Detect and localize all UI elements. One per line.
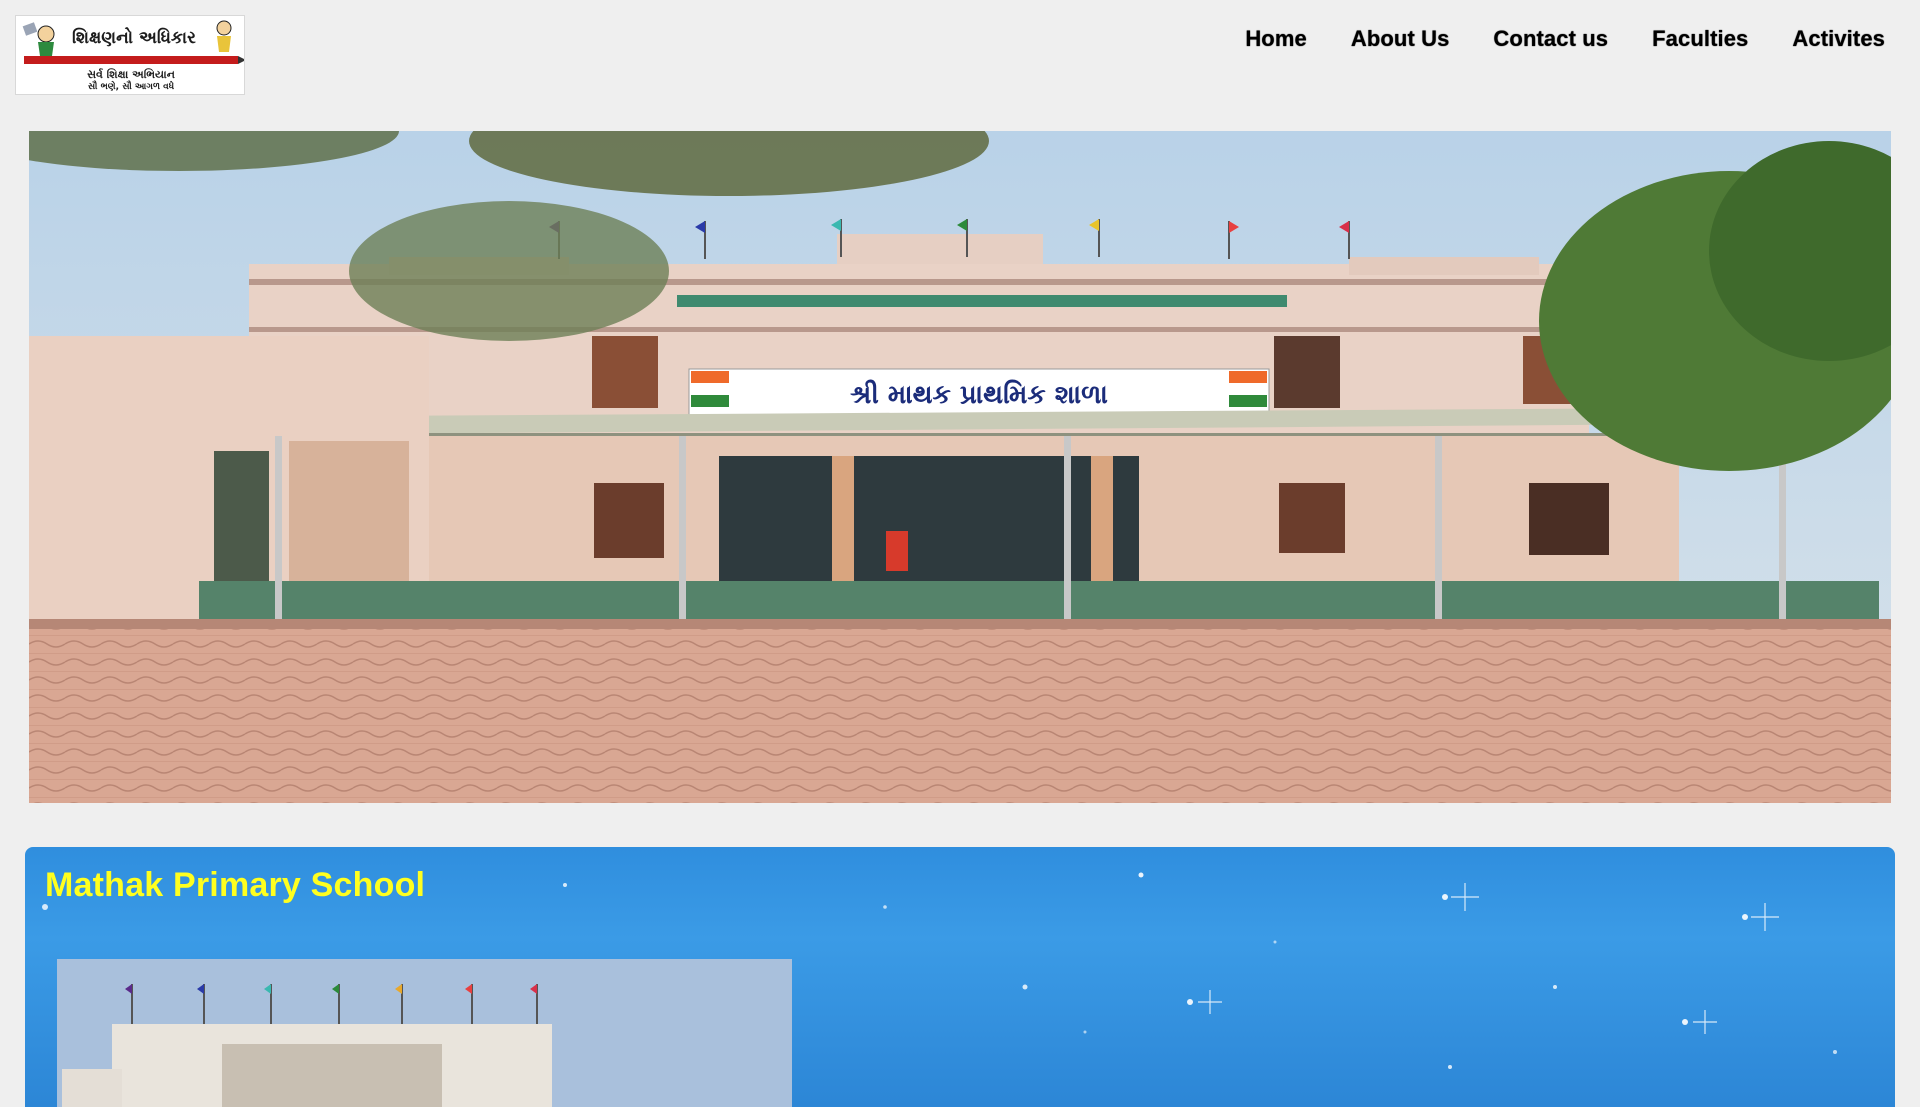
nav-activities[interactable]: Activites <box>1792 26 1885 52</box>
hero-school-photo: શ્રી માથક પ્રાથમિક શાળા <box>29 131 1891 803</box>
school-signboard: શ્રી માથક પ્રાથમિક શાળા <box>850 380 1108 410</box>
logo-tagline: સૌ ભણે, સૌ આગળ વધે <box>87 82 175 92</box>
school-title: Mathak Primary School <box>45 866 426 904</box>
nav-home[interactable]: Home <box>1245 26 1307 52</box>
logo-subtitle: સર્વ શિક્ષા અભિયાન <box>87 68 175 81</box>
nav-contact-us[interactable]: Contact us <box>1493 26 1608 52</box>
nav-faculties[interactable]: Faculties <box>1652 26 1748 52</box>
main-nav: Home About Us Contact us Faculties Activ… <box>1245 26 1885 52</box>
school-info-section: Mathak Primary School <box>25 847 1895 1107</box>
logo-title: શિક્ષણનો અધિકાર <box>72 28 196 48</box>
school-thumbnail-photo <box>57 959 792 1107</box>
nav-about-us[interactable]: About Us <box>1351 26 1450 52</box>
site-logo[interactable]: શિક્ષણનો અધિકાર સર્વ શિક્ષા અભિયાન સૌ ભણ… <box>15 15 245 95</box>
